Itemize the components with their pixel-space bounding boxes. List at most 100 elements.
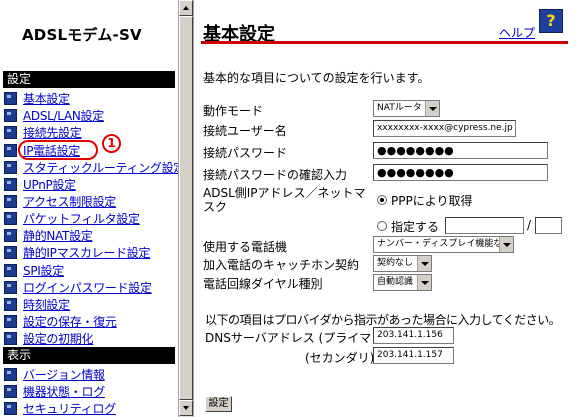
operation-mode-label: 動作モード xyxy=(203,104,264,118)
sidebar-item-label[interactable]: ADSL/LAN設定 xyxy=(23,107,104,124)
page-icon xyxy=(4,263,17,277)
chevron-down-icon xyxy=(425,101,439,116)
main-content: 基本設定 ヘルプ ? 基本的な項目についての設定を行います。 動作モード NAT… xyxy=(194,0,584,417)
dns-primary-label: DNSサーバアドレス (プライマリ) xyxy=(205,331,388,345)
catch-phone-label: 加入電話のキャッチホン契約 xyxy=(203,258,360,272)
help-question-icon[interactable]: ? xyxy=(539,9,563,33)
dial-type-label: 電話回線ダイヤル種別 xyxy=(203,277,323,291)
chevron-down-icon xyxy=(417,256,431,271)
page-icon xyxy=(4,91,17,105)
sidebar-item-label[interactable]: 静的NAT設定 xyxy=(23,227,93,244)
sidebar-item-label[interactable]: 接続先設定 xyxy=(23,124,82,141)
sidebar-item-access-control[interactable]: アクセス制限設定 xyxy=(4,193,116,209)
sidebar-item-label[interactable]: SPI設定 xyxy=(23,262,64,279)
select-value: 自動認識 xyxy=(377,277,414,287)
page-icon xyxy=(4,228,17,242)
title-divider xyxy=(201,41,568,44)
section-header-display: 表示 xyxy=(3,347,175,364)
page-icon xyxy=(4,211,17,225)
phone-device-label: 使用する電話機 xyxy=(203,240,288,254)
phone-device-select[interactable]: ナンバー・ディスプレイ機能なし xyxy=(373,236,514,253)
page-icon xyxy=(4,194,17,208)
page-icon xyxy=(4,108,17,122)
sidebar-item-label[interactable]: スタティックルーティング設定 xyxy=(23,159,178,176)
sidebar-item-connection[interactable]: 接続先設定 xyxy=(4,124,82,140)
catch-phone-select[interactable]: 契約なし xyxy=(373,255,432,272)
ip-mask-separator: / xyxy=(527,218,532,232)
chevron-down-icon xyxy=(417,275,431,290)
sidebar-item-initialize[interactable]: 設定の初期化 xyxy=(4,330,94,347)
wan-ip-label: ADSL側IPアドレス／ネットマスク xyxy=(203,186,366,214)
help-link[interactable]: ヘルプ xyxy=(499,24,535,41)
product-logo: ADSLモデム-SV xyxy=(22,26,142,44)
sidebar-item-security-log[interactable]: セキュリティログ xyxy=(4,400,116,416)
callout-number-badge: 1 xyxy=(102,134,121,153)
sidebar-item-label[interactable]: 機器状態・ログ xyxy=(23,383,105,400)
sidebar-item-label[interactable]: セキュリティログ xyxy=(23,400,116,417)
page-icon xyxy=(4,280,17,294)
sidebar-item-label[interactable]: UPnP設定 xyxy=(23,176,76,193)
page-icon xyxy=(4,384,17,398)
sidebar-item-version[interactable]: バージョン情報 xyxy=(4,366,105,382)
dns-note: 以下の項目はプロバイダから指示があった場合に入力してください。 xyxy=(205,313,561,327)
sidebar-item-label[interactable]: 設定の保存・復元 xyxy=(23,313,117,330)
wan-ip-ppp-label: PPPにより取得 xyxy=(391,194,473,208)
username-label: 接続ユーザー名 xyxy=(203,124,287,138)
scroll-up-arrow-icon[interactable] xyxy=(179,0,193,16)
password-confirm-label: 接続パスワードの確認入力 xyxy=(203,168,348,182)
sidebar-item-label[interactable]: 時刻設定 xyxy=(23,296,70,313)
dns-secondary-input[interactable]: 203.141.1.157 xyxy=(373,347,454,364)
sidebar-item-basic[interactable]: 基本設定 xyxy=(4,90,70,106)
sidebar-item-label[interactable]: 設定の初期化 xyxy=(23,330,94,347)
page-icon xyxy=(4,160,17,174)
sidebar-scrollbar[interactable] xyxy=(178,0,194,417)
dns-primary-input[interactable]: 203.141.1.156 xyxy=(373,327,454,344)
scroll-thumb[interactable] xyxy=(179,16,193,400)
sidebar-item-spi[interactable]: SPI設定 xyxy=(4,262,64,278)
sidebar-item-static-routing[interactable]: スタティックルーティング設定 xyxy=(4,159,178,175)
sidebar-item-device-status[interactable]: 機器状態・ログ xyxy=(4,383,105,399)
sidebar-item-adsl-lan[interactable]: ADSL/LAN設定 xyxy=(4,107,104,123)
wan-ip-manual-radio[interactable] xyxy=(377,221,387,231)
scroll-down-arrow-icon[interactable] xyxy=(179,400,193,416)
submit-settings-button[interactable]: 設定 xyxy=(205,396,232,412)
wan-ip-manual-label: 指定する xyxy=(391,220,440,234)
sidebar-item-packet-filter[interactable]: パケットフィルタ設定 xyxy=(4,210,140,226)
sidebar-item-static-nat[interactable]: 静的NAT設定 xyxy=(4,227,93,243)
page-icon xyxy=(4,331,17,345)
password-label: 接続パスワード xyxy=(203,146,288,160)
sidebar-item-upnp[interactable]: UPnP設定 xyxy=(4,176,76,192)
sidebar-item-label[interactable]: パケットフィルタ設定 xyxy=(23,210,140,227)
wan-ip-address-input[interactable] xyxy=(445,217,524,234)
dial-type-select[interactable]: 自動認識 xyxy=(373,274,432,291)
sidebar-item-label[interactable]: アクセス制限設定 xyxy=(23,193,116,210)
select-value: NATルータ xyxy=(377,103,422,113)
sidebar-item-label[interactable]: ログインパスワード設定 xyxy=(23,279,152,296)
section-header-settings: 設定 xyxy=(3,71,175,88)
sidebar-item-label[interactable]: 静的IPマスカレード設定 xyxy=(23,244,150,261)
page-icon xyxy=(4,125,17,139)
wan-ip-ppp-radio[interactable] xyxy=(377,195,387,205)
chevron-down-icon xyxy=(499,237,513,252)
password-input[interactable]: ●●●●●●●● xyxy=(373,142,548,159)
page-icon xyxy=(4,143,17,157)
dns-secondary-label: (セカンダリ) xyxy=(305,351,375,365)
sidebar-item-label[interactable]: バージョン情報 xyxy=(23,366,105,383)
ip-phone-highlight-oval xyxy=(18,140,98,160)
password-confirm-input[interactable]: ●●●●●●●● xyxy=(373,164,548,181)
intro-text: 基本的な項目についての設定を行います。 xyxy=(203,71,430,85)
wan-netmask-input[interactable] xyxy=(535,217,562,234)
sidebar-item-login-password[interactable]: ログインパスワード設定 xyxy=(4,279,152,295)
sidebar-item-label[interactable]: 基本設定 xyxy=(23,90,70,107)
page-icon xyxy=(4,245,17,259)
page-icon xyxy=(4,314,17,328)
page-icon xyxy=(4,401,17,415)
sidebar-item-static-ip-masquerade[interactable]: 静的IPマスカレード設定 xyxy=(4,244,150,260)
operation-mode-select[interactable]: NATルータ xyxy=(373,100,440,117)
sidebar: ADSLモデム-SV 設定 基本設定 ADSL/LAN設定 接続先設定 IP電話… xyxy=(0,0,178,417)
sidebar-item-time[interactable]: 時刻設定 xyxy=(4,296,70,312)
sidebar-item-save-restore[interactable]: 設定の保存・復元 xyxy=(4,313,117,329)
select-value: ナンバー・ディスプレイ機能なし xyxy=(377,239,512,249)
username-input[interactable]: xxxxxxxx-xxxx@cypress.ne.jp xyxy=(373,120,516,137)
page-icon xyxy=(4,367,17,381)
